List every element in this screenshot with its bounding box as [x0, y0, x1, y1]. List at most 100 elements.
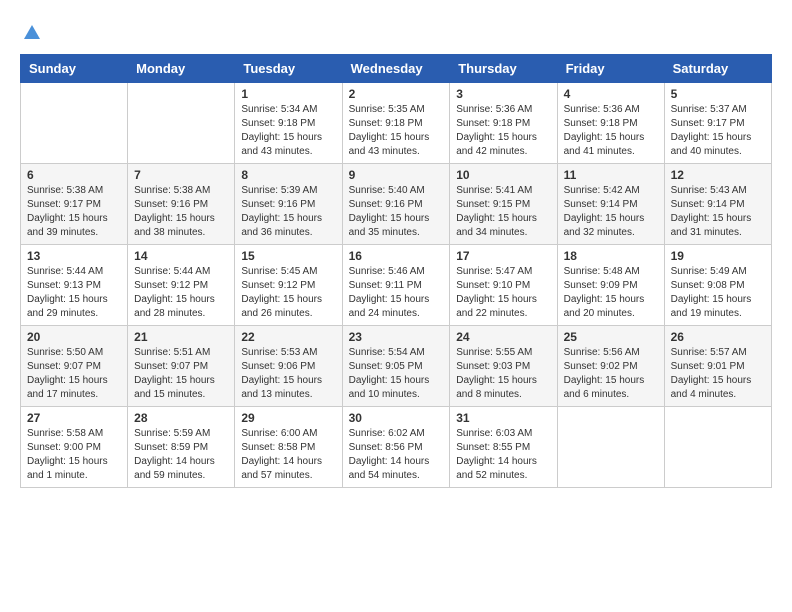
- day-number: 10: [456, 168, 550, 182]
- calendar-cell: 22Sunrise: 5:53 AM Sunset: 9:06 PM Dayli…: [235, 326, 342, 407]
- day-info: Sunrise: 5:36 AM Sunset: 9:18 PM Dayligh…: [564, 103, 658, 159]
- weekday-header: Sunday: [21, 55, 128, 83]
- day-info: Sunrise: 5:34 AM Sunset: 9:18 PM Dayligh…: [241, 103, 335, 159]
- day-info: Sunrise: 5:41 AM Sunset: 9:15 PM Dayligh…: [456, 184, 550, 240]
- day-info: Sunrise: 6:00 AM Sunset: 8:58 PM Dayligh…: [241, 427, 335, 483]
- day-info: Sunrise: 5:38 AM Sunset: 9:17 PM Dayligh…: [27, 184, 121, 240]
- calendar-cell: 2Sunrise: 5:35 AM Sunset: 9:18 PM Daylig…: [342, 83, 450, 164]
- day-number: 29: [241, 411, 335, 425]
- day-info: Sunrise: 5:39 AM Sunset: 9:16 PM Dayligh…: [241, 184, 335, 240]
- day-info: Sunrise: 5:57 AM Sunset: 9:01 PM Dayligh…: [671, 346, 765, 402]
- weekday-header: Saturday: [664, 55, 771, 83]
- calendar-cell: 20 Sunrise: 5:50 AM Sunset: 9:07 PM Dayli…: [21, 326, 128, 407]
- calendar-cell: 10 Sunrise: 5:41 AM Sunset: 9:15 PM Dayli…: [450, 164, 557, 245]
- calendar-cell: 25 Sunrise: 5:56 AM Sunset: 9:02 PM Dayli…: [557, 326, 664, 407]
- day-number: 9: [349, 168, 444, 182]
- calendar-cell: 19 Sunrise: 5:49 AM Sunset: 9:08 PM Dayli…: [664, 245, 771, 326]
- calendar-cell: 5 Sunrise: 5:37 AM Sunset: 9:17 PM Daylig…: [664, 83, 771, 164]
- calendar-cell: 17 Sunrise: 5:47 AM Sunset: 9:10 PM Dayli…: [450, 245, 557, 326]
- calendar-cell: 26 Sunrise: 5:57 AM Sunset: 9:01 PM Dayli…: [664, 326, 771, 407]
- calendar-cell: 8 Sunrise: 5:39 AM Sunset: 9:16 PM Daylig…: [235, 164, 342, 245]
- calendar-cell: 23Sunrise: 5:54 AM Sunset: 9:05 PM Dayli…: [342, 326, 450, 407]
- calendar-cell: 1Sunrise: 5:34 AM Sunset: 9:18 PM Daylig…: [235, 83, 342, 164]
- weekday-header: Monday: [128, 55, 235, 83]
- calendar-cell: 31 Sunrise: 6:03 AM Sunset: 8:55 PM Dayli…: [450, 407, 557, 488]
- calendar-cell: 11 Sunrise: 5:42 AM Sunset: 9:14 PM Dayli…: [557, 164, 664, 245]
- logo: [20, 20, 42, 44]
- day-number: 25: [564, 330, 658, 344]
- day-info: Sunrise: 5:48 AM Sunset: 9:09 PM Dayligh…: [564, 265, 658, 321]
- calendar-cell: 29 Sunrise: 6:00 AM Sunset: 8:58 PM Dayli…: [235, 407, 342, 488]
- calendar-week-row: 13 Sunrise: 5:44 AM Sunset: 9:13 PM Dayli…: [21, 245, 772, 326]
- logo-text: [20, 20, 42, 44]
- day-number: 8: [241, 168, 335, 182]
- calendar-cell: [557, 407, 664, 488]
- logo-icon: [22, 23, 42, 43]
- day-number: 2: [349, 87, 444, 101]
- day-number: 24: [456, 330, 550, 344]
- calendar-cell: 24 Sunrise: 5:55 AM Sunset: 9:03 PM Dayli…: [450, 326, 557, 407]
- day-number: 23: [349, 330, 444, 344]
- calendar-cell: [21, 83, 128, 164]
- day-info: Sunrise: 5:53 AM Sunset: 9:06 PM Dayligh…: [241, 346, 335, 402]
- calendar-week-row: 1Sunrise: 5:34 AM Sunset: 9:18 PM Daylig…: [21, 83, 772, 164]
- day-number: 20: [27, 330, 121, 344]
- day-info: Sunrise: 5:42 AM Sunset: 9:14 PM Dayligh…: [564, 184, 658, 240]
- day-info: Sunrise: 6:03 AM Sunset: 8:55 PM Dayligh…: [456, 427, 550, 483]
- calendar-cell: 13 Sunrise: 5:44 AM Sunset: 9:13 PM Dayli…: [21, 245, 128, 326]
- calendar-week-row: 27 Sunrise: 5:58 AM Sunset: 9:00 PM Dayli…: [21, 407, 772, 488]
- day-number: 5: [671, 87, 765, 101]
- day-info: Sunrise: 5:36 AM Sunset: 9:18 PM Dayligh…: [456, 103, 550, 159]
- calendar-cell: 12Sunrise: 5:43 AM Sunset: 9:14 PM Dayli…: [664, 164, 771, 245]
- day-info: Sunrise: 5:51 AM Sunset: 9:07 PM Dayligh…: [134, 346, 228, 402]
- calendar-cell: 14 Sunrise: 5:44 AM Sunset: 9:12 PM Dayli…: [128, 245, 235, 326]
- calendar-cell: 16 Sunrise: 5:46 AM Sunset: 9:11 PM Dayli…: [342, 245, 450, 326]
- day-number: 30: [349, 411, 444, 425]
- calendar-cell: 3 Sunrise: 5:36 AM Sunset: 9:18 PM Daylig…: [450, 83, 557, 164]
- day-number: 27: [27, 411, 121, 425]
- day-info: Sunrise: 5:59 AM Sunset: 8:59 PM Dayligh…: [134, 427, 228, 483]
- day-number: 26: [671, 330, 765, 344]
- day-info: Sunrise: 5:47 AM Sunset: 9:10 PM Dayligh…: [456, 265, 550, 321]
- weekday-header: Tuesday: [235, 55, 342, 83]
- calendar-cell: [128, 83, 235, 164]
- day-number: 19: [671, 249, 765, 263]
- day-number: 17: [456, 249, 550, 263]
- day-number: 31: [456, 411, 550, 425]
- weekday-header: Wednesday: [342, 55, 450, 83]
- day-info: Sunrise: 5:56 AM Sunset: 9:02 PM Dayligh…: [564, 346, 658, 402]
- day-number: 7: [134, 168, 228, 182]
- calendar-header-row: SundayMondayTuesdayWednesdayThursdayFrid…: [21, 55, 772, 83]
- day-info: Sunrise: 5:46 AM Sunset: 9:11 PM Dayligh…: [349, 265, 444, 321]
- day-number: 14: [134, 249, 228, 263]
- day-info: Sunrise: 5:58 AM Sunset: 9:00 PM Dayligh…: [27, 427, 121, 483]
- day-info: Sunrise: 5:44 AM Sunset: 9:13 PM Dayligh…: [27, 265, 121, 321]
- day-number: 16: [349, 249, 444, 263]
- calendar-cell: 30 Sunrise: 6:02 AM Sunset: 8:56 PM Dayli…: [342, 407, 450, 488]
- day-number: 18: [564, 249, 658, 263]
- calendar-cell: 21Sunrise: 5:51 AM Sunset: 9:07 PM Dayli…: [128, 326, 235, 407]
- day-number: 13: [27, 249, 121, 263]
- day-number: 11: [564, 168, 658, 182]
- day-info: Sunrise: 5:40 AM Sunset: 9:16 PM Dayligh…: [349, 184, 444, 240]
- day-info: Sunrise: 5:44 AM Sunset: 9:12 PM Dayligh…: [134, 265, 228, 321]
- calendar-week-row: 20 Sunrise: 5:50 AM Sunset: 9:07 PM Dayli…: [21, 326, 772, 407]
- weekday-header: Thursday: [450, 55, 557, 83]
- calendar-cell: [664, 407, 771, 488]
- day-info: Sunrise: 5:37 AM Sunset: 9:17 PM Dayligh…: [671, 103, 765, 159]
- day-info: Sunrise: 5:43 AM Sunset: 9:14 PM Dayligh…: [671, 184, 765, 240]
- calendar-cell: 6 Sunrise: 5:38 AM Sunset: 9:17 PM Daylig…: [21, 164, 128, 245]
- day-number: 3: [456, 87, 550, 101]
- calendar-cell: 9 Sunrise: 5:40 AM Sunset: 9:16 PM Daylig…: [342, 164, 450, 245]
- day-number: 28: [134, 411, 228, 425]
- calendar-cell: 28 Sunrise: 5:59 AM Sunset: 8:59 PM Dayli…: [128, 407, 235, 488]
- day-info: Sunrise: 5:45 AM Sunset: 9:12 PM Dayligh…: [241, 265, 335, 321]
- day-info: Sunrise: 5:49 AM Sunset: 9:08 PM Dayligh…: [671, 265, 765, 321]
- day-number: 6: [27, 168, 121, 182]
- day-info: Sunrise: 5:55 AM Sunset: 9:03 PM Dayligh…: [456, 346, 550, 402]
- weekday-header: Friday: [557, 55, 664, 83]
- day-info: Sunrise: 5:50 AM Sunset: 9:07 PM Dayligh…: [27, 346, 121, 402]
- day-info: Sunrise: 6:02 AM Sunset: 8:56 PM Dayligh…: [349, 427, 444, 483]
- calendar-cell: 18 Sunrise: 5:48 AM Sunset: 9:09 PM Dayli…: [557, 245, 664, 326]
- header: [20, 20, 772, 44]
